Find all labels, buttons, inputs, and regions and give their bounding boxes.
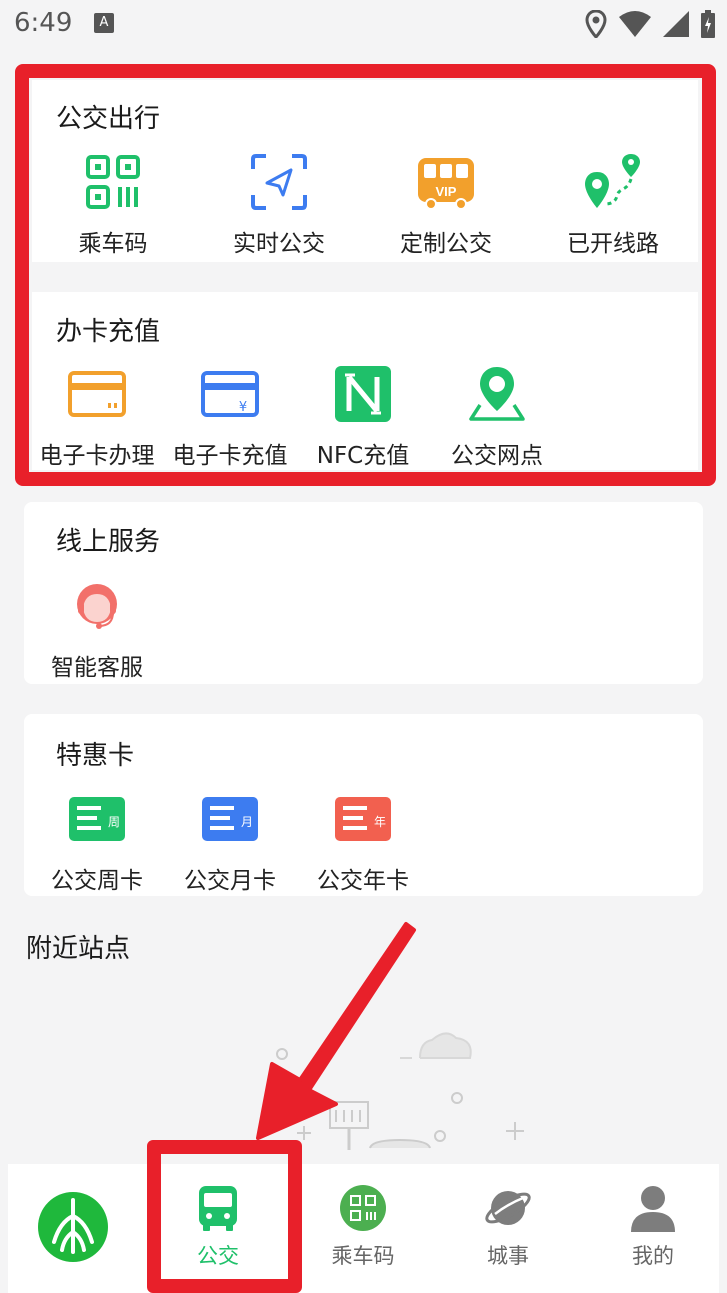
monthly-card-item[interactable]: 月 公交月卡 [160, 789, 300, 895]
item-label: 公交网点 [451, 443, 543, 469]
ecard-apply-item[interactable]: 电子卡办理 [27, 364, 167, 470]
custom-bus-item[interactable]: VIP 定制公交 [376, 152, 516, 258]
card-tag: 月 [241, 815, 253, 829]
card-icon [68, 371, 126, 417]
route-pin-icon [585, 154, 640, 208]
item-label: 电子卡办理 [39, 443, 155, 469]
nav-label: 公交 [197, 1244, 239, 1268]
yearly-card-item[interactable]: 年 公交年卡 [293, 789, 433, 895]
navigation-arrow-icon [251, 154, 307, 210]
status-icons [585, 10, 715, 38]
item-label: 智能客服 [51, 655, 143, 681]
svg-text:VIP: VIP [436, 184, 457, 199]
item-label: 公交年卡 [317, 868, 409, 894]
empty-state-illustration [276, 1032, 524, 1150]
nav-item-profile[interactable]: 我的 [583, 1164, 723, 1293]
ecard-recharge-item[interactable]: ¥ 电子卡充值 [160, 364, 300, 470]
planet-icon [485, 1191, 531, 1225]
item-label: 实时公交 [233, 231, 325, 257]
nav-label: 城事 [487, 1244, 529, 1268]
signal-icon [663, 11, 689, 37]
item-label: 电子卡充值 [172, 443, 288, 469]
month-card-icon: 月 [202, 797, 258, 841]
location-pin-icon [469, 367, 525, 421]
location-icon [585, 10, 607, 38]
nav-item-city-events[interactable]: 城事 [438, 1164, 578, 1293]
year-card-icon: 年 [335, 797, 391, 841]
nav-item-bus[interactable]: 公交 [148, 1164, 288, 1293]
bus-outlets-item[interactable]: 公交网点 [427, 364, 567, 470]
item-label: 公交月卡 [184, 868, 276, 894]
qr-ride-code-item[interactable]: 乘车码 [43, 152, 183, 258]
nfc-icon [335, 366, 391, 422]
status-bar: 6:49 A [0, 0, 727, 48]
bus-icon [199, 1186, 237, 1231]
card-tag: 年 [374, 815, 386, 829]
wifi-icon [619, 11, 651, 37]
transit-section-title: 公交出行 [56, 104, 161, 134]
smart-service-item[interactable]: 智能客服 [27, 578, 167, 682]
battery-icon [701, 10, 715, 38]
qr-code-icon [340, 1185, 386, 1231]
nearby-stations-title: 附近站点 [26, 934, 131, 964]
svg-text:¥: ¥ [239, 400, 247, 415]
item-label: 定制公交 [400, 231, 492, 257]
bottom-nav: 公交 乘车码 城事 我的 [8, 1164, 719, 1293]
nav-item-home-logo[interactable] [3, 1164, 143, 1293]
week-card-icon: 周 [69, 797, 125, 841]
weekly-card-item[interactable]: 周 公交周卡 [27, 789, 167, 895]
nfc-recharge-item[interactable]: NFC充值 [293, 364, 433, 470]
online-service-title: 线上服务 [56, 527, 161, 557]
recharge-section-title: 办卡充值 [56, 317, 161, 347]
customer-service-icon [77, 584, 117, 629]
card-tag: 周 [108, 815, 120, 829]
nav-label: 乘车码 [331, 1244, 395, 1268]
section-divider [32, 262, 698, 292]
app-logo-icon [38, 1192, 108, 1262]
discount-card-title: 特惠卡 [56, 741, 135, 771]
item-label: 已开线路 [567, 231, 659, 257]
notification-icon: A [94, 13, 114, 33]
user-icon [631, 1186, 675, 1232]
realtime-bus-item[interactable]: 实时公交 [209, 152, 349, 258]
qr-code-icon [86, 155, 140, 209]
item-label: NFC充值 [316, 443, 410, 469]
nav-label: 我的 [632, 1244, 674, 1268]
nav-item-ride-code[interactable]: 乘车码 [293, 1164, 433, 1293]
item-label: 乘车码 [78, 231, 148, 257]
vip-bus-icon: VIP [418, 158, 474, 210]
opened-routes-item[interactable]: 已开线路 [543, 152, 683, 258]
item-label: 公交周卡 [51, 868, 143, 894]
card-yuan-icon: ¥ [201, 371, 259, 417]
status-time: 6:49 [14, 8, 73, 38]
